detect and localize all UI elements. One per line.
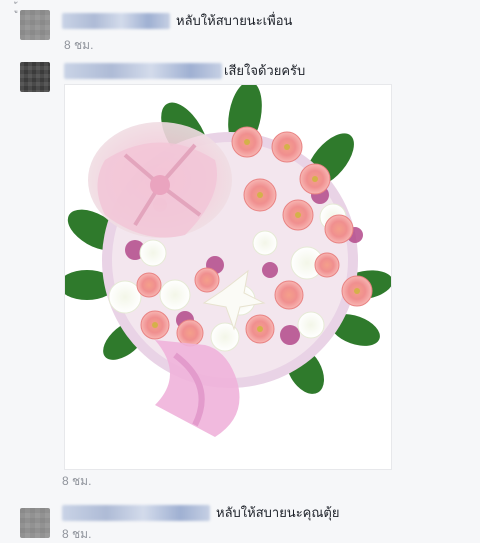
comment-time[interactable]: 8 ชม. <box>62 527 91 541</box>
comment-image[interactable] <box>59 81 393 470</box>
wreath-image <box>59 81 393 437</box>
avatar[interactable] <box>20 508 50 538</box>
comment-time[interactable]: 8 ชม. <box>62 474 91 488</box>
comment-time[interactable]: 8 ชม. <box>64 38 93 52</box>
avatar[interactable] <box>20 10 50 40</box>
comment-text: หลับให้สบายนะคุณตุ้ย <box>216 505 340 520</box>
commenter-name[interactable] <box>64 63 222 79</box>
commenter-name[interactable] <box>62 505 210 521</box>
comment-text: เสียใจด้วยครับ <box>224 63 306 78</box>
avatar[interactable] <box>20 62 50 92</box>
comment-text: หลับให้สบายนะเพื่อน <box>176 13 293 28</box>
commenter-name[interactable] <box>62 13 170 29</box>
